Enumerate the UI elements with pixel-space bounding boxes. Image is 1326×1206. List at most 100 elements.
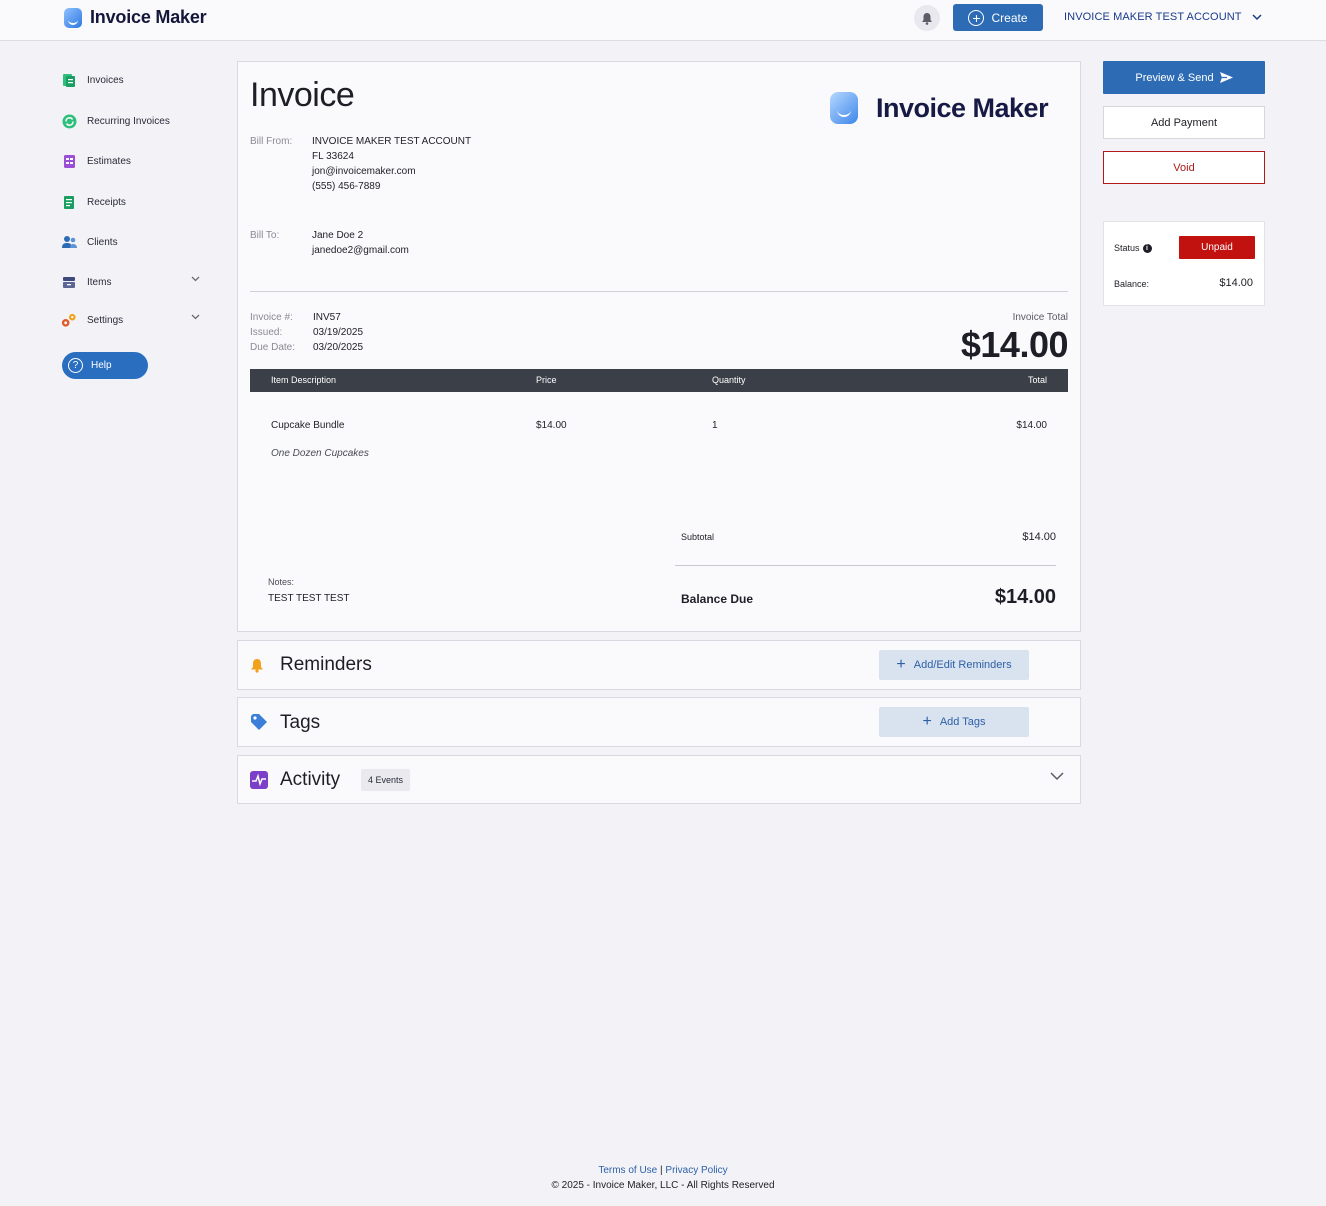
add-tags-button[interactable]: + Add Tags: [879, 707, 1029, 737]
column-header-total: Total: [1027, 375, 1047, 385]
receipts-icon: [61, 194, 77, 210]
subtotal-label: Subtotal: [681, 532, 715, 542]
column-header-description: Item Description: [271, 375, 337, 385]
preview-send-button[interactable]: Preview & Send: [1103, 61, 1265, 94]
invoice-number-label: Invoice #:: [250, 312, 293, 323]
balance-due-value: $14.00: [994, 586, 1056, 608]
chevron-down-icon: [191, 314, 200, 320]
sidebar-item-recurring-invoices[interactable]: Recurring Invoices: [58, 111, 206, 131]
invoice-total-caption: Invoice Total: [1012, 312, 1068, 323]
sidebar-item-items[interactable]: Items: [58, 272, 206, 292]
brand-logo[interactable]: Invoice Maker: [64, 7, 207, 28]
activity-section[interactable]: Activity 4 Events: [237, 755, 1081, 804]
brand-name: Invoice Maker: [90, 7, 207, 27]
invoice-logo: Invoice Maker: [830, 92, 1049, 124]
create-button[interactable]: + Create: [953, 4, 1043, 31]
privacy-link[interactable]: Privacy Policy: [665, 1165, 727, 1176]
estimates-icon: [61, 153, 77, 169]
bill-from-name: INVOICE MAKER TEST ACCOUNT: [312, 136, 472, 147]
plus-icon: +: [922, 713, 932, 730]
sidebar-item-label: Recurring Invoices: [87, 115, 170, 127]
notifications-button[interactable]: [914, 5, 940, 31]
bell-icon: [922, 12, 932, 25]
sidebar-item-label: Invoices: [87, 74, 124, 86]
bill-from-label: Bill From:: [250, 136, 293, 147]
invoice-number: INV57: [313, 312, 341, 323]
add-edit-reminders-button[interactable]: + Add/Edit Reminders: [879, 650, 1029, 680]
balance-due-label: Balance Due: [681, 592, 754, 606]
sidebar-item-receipts[interactable]: Receipts: [58, 192, 206, 212]
tags-section: Tags + Add Tags: [237, 697, 1081, 747]
terms-link[interactable]: Terms of Use: [598, 1165, 657, 1176]
balance-label: Balance:: [1114, 279, 1150, 289]
items-icon: [61, 274, 77, 290]
bill-from-address: FL 33624: [312, 151, 354, 162]
invoice-total: $14.00: [960, 324, 1069, 365]
tag-icon: [251, 714, 267, 730]
clients-icon: [61, 234, 77, 250]
issued-date: 03/19/2025: [313, 327, 364, 338]
reminders-section: Reminders + Add/Edit Reminders: [237, 640, 1081, 690]
item-details: One Dozen Cupcakes: [271, 448, 369, 459]
sidebar-item-clients[interactable]: Clients: [58, 232, 206, 252]
bill-from-block: INVOICE MAKER TEST ACCOUNT FL 33624 jon@…: [312, 134, 471, 194]
subtotal-value: $14.00: [1022, 531, 1056, 543]
item-quantity: 1: [712, 420, 718, 431]
notes-label: Notes:: [268, 577, 295, 587]
invoice-maker-logo-icon: [830, 92, 858, 124]
bill-to-label: Bill To:: [250, 230, 280, 241]
invoice-icon: [61, 72, 77, 88]
recurring-icon: [61, 113, 77, 129]
add-tags-label: Add Tags: [939, 716, 986, 728]
add-payment-button[interactable]: Add Payment: [1103, 106, 1265, 139]
sidebar-item-label: Clients: [87, 236, 118, 248]
bill-from-phone: (555) 456-7889: [312, 181, 381, 192]
sidebar-item-label: Items: [87, 276, 112, 288]
activity-icon: [250, 771, 268, 789]
help-button[interactable]: ? Help: [62, 352, 148, 379]
question-circle-icon: ?: [68, 358, 83, 373]
info-icon[interactable]: i: [1142, 243, 1152, 253]
due-date: 03/20/2025: [313, 342, 364, 353]
status-label: Status: [1114, 243, 1140, 253]
activity-title: Activity: [280, 769, 341, 790]
preview-send-label: Preview & Send: [1135, 71, 1214, 84]
status-badge[interactable]: Unpaid: [1179, 236, 1255, 259]
help-label: Help: [91, 360, 112, 371]
send-icon: [1219, 72, 1233, 83]
chevron-down-icon[interactable]: [1050, 772, 1064, 781]
invoice-maker-logo-icon: [64, 7, 82, 28]
sidebar-item-label: Settings: [87, 314, 124, 326]
status-card: Status i Unpaid Balance: $14.00: [1103, 221, 1265, 306]
void-label: Void: [1173, 161, 1195, 174]
account-menu[interactable]: INVOICE MAKER TEST ACCOUNT: [1064, 11, 1262, 23]
divider: [675, 565, 1056, 566]
footer-separator: |: [660, 1165, 663, 1176]
invoice-document: Invoice Invoice Maker Bill From: INVOICE…: [237, 61, 1081, 632]
account-name: INVOICE MAKER TEST ACCOUNT: [1064, 11, 1242, 23]
sidebar-item-settings[interactable]: Settings: [58, 310, 206, 330]
issued-label: Issued:: [250, 327, 283, 338]
status-label-group: Status i: [1114, 243, 1152, 253]
chevron-down-icon: [191, 276, 200, 282]
chevron-down-icon: [1252, 13, 1262, 20]
invoice-title: Invoice: [250, 76, 355, 114]
bill-to-email: janedoe2@gmail.com: [312, 245, 409, 256]
column-header-price: Price: [536, 375, 557, 385]
void-button[interactable]: Void: [1103, 151, 1265, 184]
sidebar-item-estimates[interactable]: Estimates: [58, 151, 206, 171]
bill-from-email: jon@invoicemaker.com: [312, 166, 416, 177]
divider: [250, 291, 1068, 292]
add-payment-label: Add Payment: [1150, 116, 1218, 129]
bell-icon: [251, 659, 263, 673]
sidebar-item-invoices[interactable]: Invoices: [58, 70, 206, 90]
plus-circle-icon: +: [968, 9, 985, 26]
sidebar-item-label: Receipts: [87, 196, 126, 208]
bill-to-block: Jane Doe 2 janedoe2@gmail.com: [312, 228, 409, 258]
due-date-label: Due Date:: [250, 342, 296, 353]
items-table-header: Item Description Price Quantity Total: [250, 369, 1068, 392]
plus-icon: +: [896, 656, 906, 673]
bill-to-name: Jane Doe 2: [312, 230, 364, 241]
item-total: $14.00: [1016, 420, 1047, 431]
notes-text: TEST TEST TEST: [268, 593, 350, 604]
